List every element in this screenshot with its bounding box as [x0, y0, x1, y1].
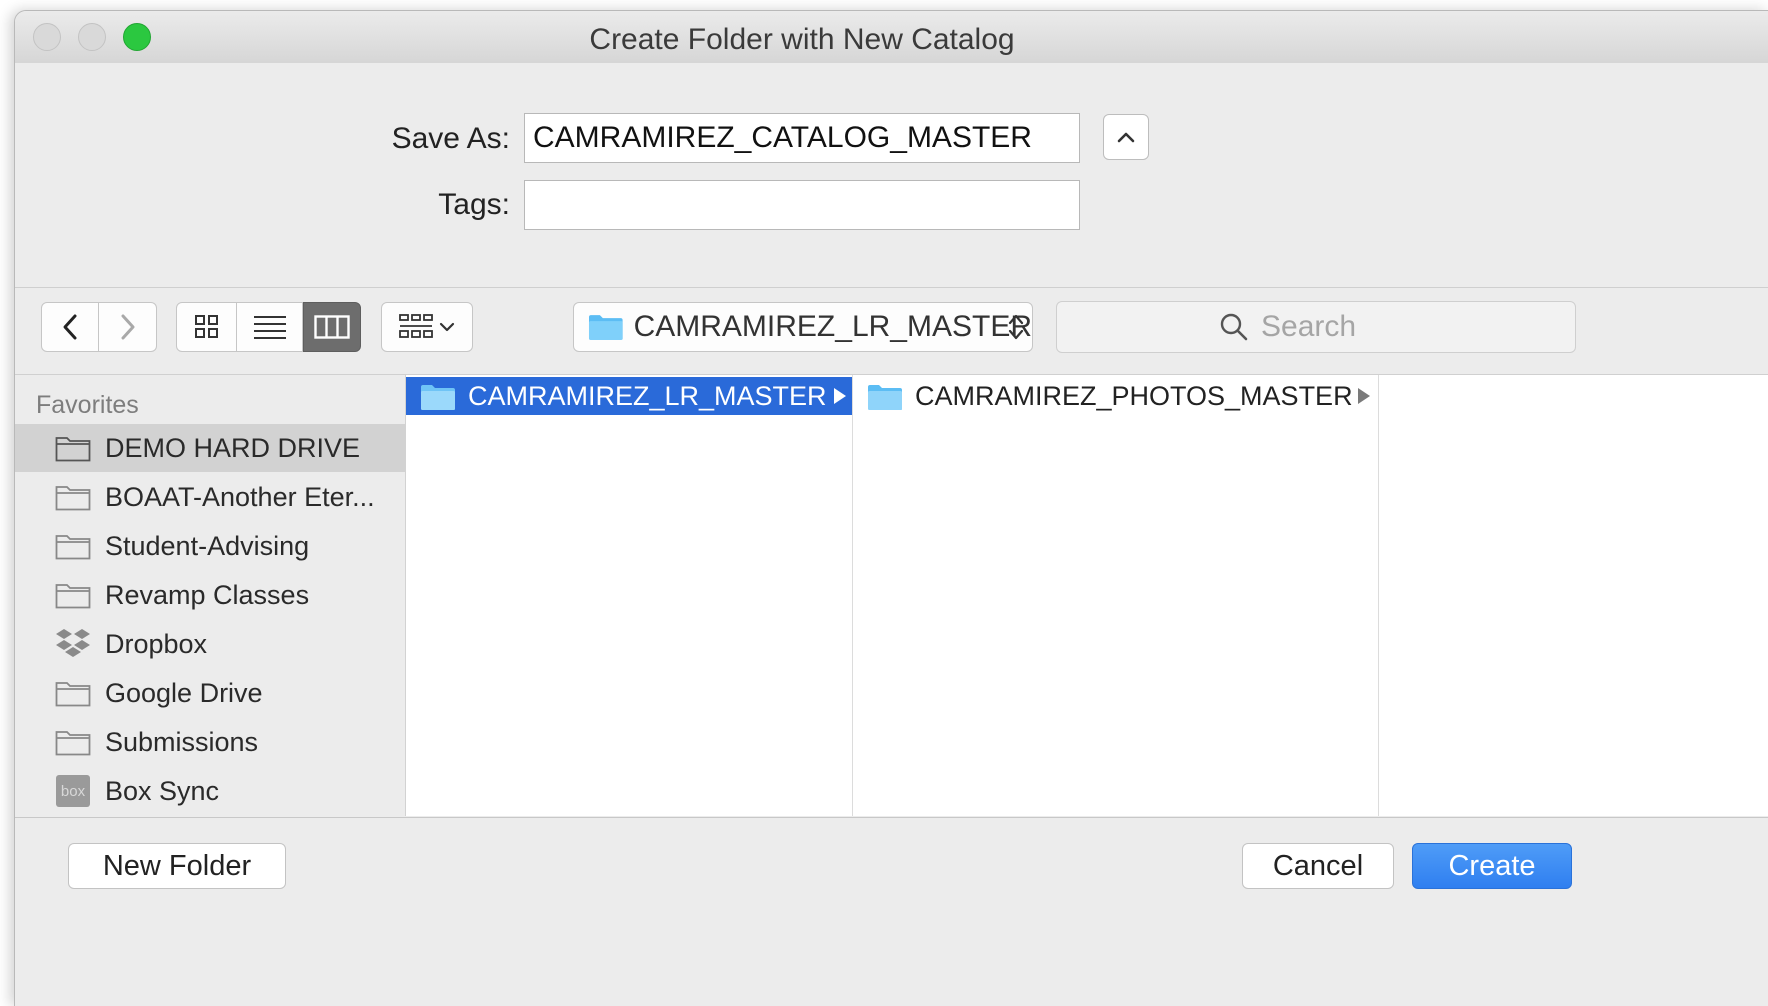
location-popup[interactable]: CAMRAMIREZ_LR_MASTER: [573, 302, 1033, 352]
group-grid-icon: [399, 314, 433, 338]
new-folder-button[interactable]: New Folder: [68, 843, 286, 889]
disclosure-arrow-icon: [834, 388, 846, 404]
list-view-button[interactable]: [237, 302, 303, 352]
save-form: Save As: Tags:: [15, 63, 1768, 288]
icon-grid-icon: [194, 315, 218, 338]
save-as-input[interactable]: [524, 113, 1080, 163]
sidebar-section-favorites: Favorites: [36, 391, 139, 419]
sidebar-item-boaat[interactable]: BOAAT-Another Eter...: [15, 473, 405, 521]
folder-icon: [55, 529, 91, 563]
browser-column-3: [1379, 375, 1768, 816]
sidebar: Favorites DEMO HARD DRIVE BOAAT-Another …: [15, 375, 406, 816]
browser-column-2: CAMRAMIREZ_PHOTOS_MASTER: [853, 375, 1379, 816]
sidebar-item-google-drive[interactable]: Google Drive: [15, 669, 405, 717]
sidebar-item-revamp-classes[interactable]: Revamp Classes: [15, 571, 405, 619]
folder-icon: [55, 431, 91, 465]
save-dialog: Create Folder with New Catalog Save As: …: [14, 10, 1768, 1006]
sidebar-item-label: DEMO HARD DRIVE: [105, 432, 361, 463]
folder-icon: [421, 385, 455, 410]
chevron-up-icon: [1117, 132, 1135, 143]
browser-toolbar: CAMRAMIREZ_LR_MASTER: [15, 288, 1768, 375]
sidebar-item-label: Submissions: [105, 726, 259, 757]
sidebar-item-label: Google Drive: [105, 677, 263, 708]
box-icon: box: [55, 774, 91, 808]
title-bar: Create Folder with New Catalog: [15, 11, 1768, 64]
folder-icon: [588, 315, 623, 340]
box-badge: box: [56, 775, 90, 807]
create-button[interactable]: Create: [1412, 843, 1572, 889]
chevron-down-icon: [439, 322, 455, 332]
sidebar-item-dropbox[interactable]: Dropbox: [15, 620, 405, 668]
folder-icon: [868, 385, 902, 410]
cancel-button[interactable]: Cancel: [1242, 843, 1394, 889]
dropbox-icon: [55, 627, 91, 661]
folder-icon: [55, 480, 91, 514]
icon-view-button[interactable]: [176, 302, 237, 352]
up-down-chevron-icon: [1008, 314, 1024, 340]
column-row-photos-master[interactable]: CAMRAMIREZ_PHOTOS_MASTER: [853, 377, 1378, 415]
column-row-label: CAMRAMIREZ_PHOTOS_MASTER: [915, 380, 1353, 411]
window-title: Create Folder with New Catalog: [589, 23, 1015, 56]
tags-input[interactable]: [524, 180, 1080, 230]
group-options-button[interactable]: [381, 302, 473, 352]
tags-label: Tags:: [438, 188, 510, 221]
location-name: CAMRAMIREZ_LR_MASTER: [633, 310, 1032, 343]
save-as-label: Save As:: [391, 122, 510, 155]
expand-dialog-button[interactable]: [1103, 114, 1149, 160]
columns-icon: [314, 315, 350, 339]
search-input[interactable]: [1259, 309, 1413, 345]
column-view-button[interactable]: [303, 302, 361, 352]
forward-button[interactable]: [99, 302, 157, 352]
sidebar-item-student-advising[interactable]: Student-Advising: [15, 522, 405, 570]
sidebar-item-label: Dropbox: [105, 628, 208, 659]
browser-column-1: CAMRAMIREZ_LR_MASTER: [406, 375, 853, 816]
column-browser: CAMRAMIREZ_LR_MASTER CAMRAMIREZ_PHOTOS_M…: [406, 375, 1768, 816]
chevron-left-icon: [63, 314, 77, 340]
search-icon: [1220, 313, 1248, 341]
sidebar-item-label: Box Sync: [105, 775, 220, 806]
column-row-lr-master[interactable]: CAMRAMIREZ_LR_MASTER: [406, 377, 852, 415]
sidebar-item-label: BOAAT-Another Eter...: [105, 481, 375, 512]
search-field[interactable]: [1056, 301, 1576, 353]
folder-icon: [55, 725, 91, 759]
chevron-right-icon: [121, 314, 134, 340]
sidebar-item-submissions[interactable]: Submissions: [15, 718, 405, 766]
sidebar-item-box-sync[interactable]: box Box Sync: [15, 767, 405, 815]
back-button[interactable]: [41, 302, 99, 352]
sidebar-item-label: Revamp Classes: [105, 579, 310, 610]
folder-icon: [55, 578, 91, 612]
column-row-label: CAMRAMIREZ_LR_MASTER: [468, 380, 827, 411]
folder-icon: [55, 676, 91, 710]
sidebar-item-demo-hard-drive[interactable]: DEMO HARD DRIVE: [15, 424, 405, 472]
dialog-footer: New Folder Cancel Create: [15, 817, 1768, 1006]
sidebar-item-label: Student-Advising: [105, 530, 310, 561]
disclosure-arrow-icon: [1358, 388, 1370, 404]
list-lines-icon: [253, 316, 286, 339]
